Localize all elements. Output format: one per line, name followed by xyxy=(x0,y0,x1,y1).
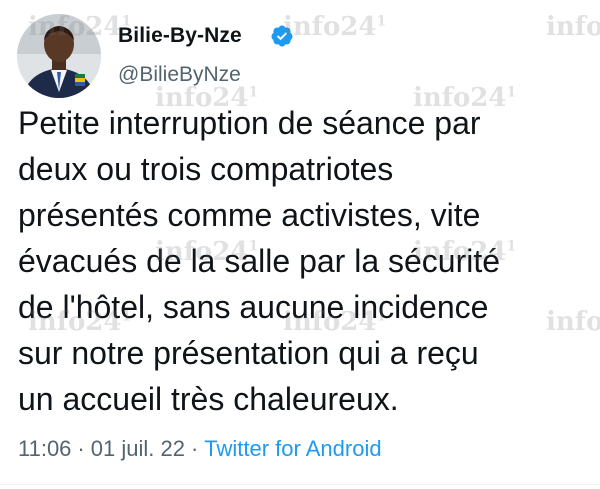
tweet-text-line: sur notre présentation qui a reçu xyxy=(18,335,479,371)
tweet-text-line: deux ou trois compatriotes xyxy=(18,151,394,187)
tweet-text-line: un accueil très chaleureux. xyxy=(18,381,399,417)
tweet-text-line: Petite interruption de séance par xyxy=(18,105,481,141)
meta-separator: · xyxy=(190,436,199,461)
tweet-meta: 11:06 · 01 juil. 22 · Twitter for Android xyxy=(18,436,382,462)
tweet-text-line: évacués de la salle par la sécurité xyxy=(18,243,501,279)
tweet-card: Bilie-By-Nze @BilieByNze Petite interrup… xyxy=(0,0,600,489)
tweet-text-line: de l'hôtel, sans aucune incidence xyxy=(18,289,489,325)
avatar[interactable] xyxy=(17,14,101,98)
tweet-source-link[interactable]: Twitter for Android xyxy=(204,436,381,461)
author-handle[interactable]: @BilieByNze xyxy=(118,63,241,87)
tweet-text: Petite interruption de séance par deux o… xyxy=(18,100,593,422)
divider xyxy=(0,484,600,485)
meta-separator: · xyxy=(77,436,85,461)
tweet-time[interactable]: 11:06 xyxy=(18,436,71,461)
watermark-logo: info241 xyxy=(283,12,387,42)
tweet-text-line: présentés comme activistes, vite xyxy=(18,197,481,233)
verified-badge-icon xyxy=(271,25,293,47)
watermark-logo: info xyxy=(546,12,600,42)
tweet-date[interactable]: 01 juil. 22 xyxy=(91,436,185,461)
author-display-name[interactable]: Bilie-By-Nze xyxy=(118,24,242,48)
